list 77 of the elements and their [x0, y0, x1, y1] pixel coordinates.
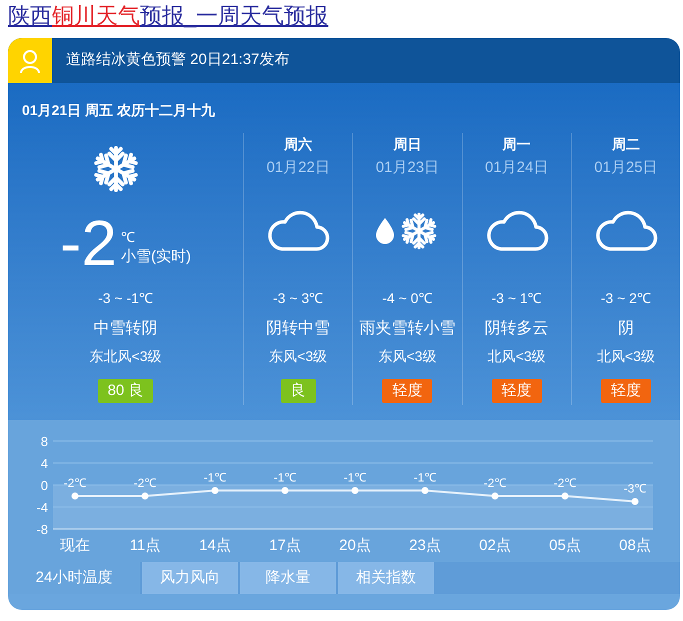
wind-info: 北风<3级	[596, 346, 655, 366]
data-label: -2℃	[554, 476, 576, 490]
chart-tab[interactable]: 降水量	[240, 562, 336, 594]
cloud-icon	[266, 210, 330, 252]
weather-description: 阴	[618, 319, 634, 339]
y-axis-label: 8	[40, 434, 48, 449]
drop-icon	[376, 218, 394, 244]
data-point	[422, 487, 428, 494]
temperature-unit: ℃	[120, 228, 136, 246]
cloud-icon	[484, 210, 549, 252]
data-point	[562, 492, 568, 500]
forecast-date: 01月24日	[484, 158, 548, 178]
forecast-date: 01月23日	[376, 158, 440, 178]
alert-text: 道路结冰黄色预警 20日21:37发布	[65, 50, 290, 70]
y-axis-label: -8	[36, 522, 48, 537]
data-label: -3℃	[624, 482, 646, 496]
weather-description: 阴转中雪	[266, 318, 330, 339]
cloud-icon	[594, 210, 658, 252]
data-point	[492, 492, 498, 500]
weather-description: 阴转多云	[484, 319, 549, 339]
today-date: 01月21日 周五 农历十二月十九	[22, 100, 215, 120]
weekday: 周六	[284, 134, 312, 154]
temperature-range: -4 ~ 0℃	[382, 288, 432, 308]
data-point	[632, 498, 638, 505]
weather-description: 中雪转阴	[94, 318, 158, 339]
current-temperature: -2	[60, 211, 117, 275]
data-label: -1℃	[204, 470, 226, 484]
x-axis-label: 14点	[199, 537, 231, 554]
wind-info: 东风<3级	[269, 346, 328, 366]
chart-tab[interactable]: 风力风向	[142, 562, 238, 594]
air-quality-badge: 轻度	[382, 379, 432, 403]
chart-tab[interactable]: 相关指数	[338, 562, 434, 594]
x-axis-label: 11点	[130, 537, 160, 554]
wind-info: 北风<3级	[488, 346, 546, 366]
x-axis-label: 17点	[269, 537, 301, 554]
x-axis-label: 05点	[549, 537, 581, 554]
weekday: 周一	[502, 134, 531, 154]
y-axis-label: -4	[36, 500, 48, 515]
data-label: -2℃	[64, 476, 86, 490]
chart-tab[interactable]: 24小时温度	[8, 562, 140, 594]
data-point	[72, 492, 78, 500]
x-axis-label: 20点	[339, 537, 371, 554]
data-label: -2℃	[134, 476, 156, 490]
weekday: 周日	[393, 134, 422, 154]
data-point	[352, 487, 358, 494]
forecast-date: 01月25日	[594, 158, 658, 178]
snowflake-icon	[92, 145, 140, 193]
temperature-range: -3 ~ 1℃	[492, 288, 542, 308]
air-quality-badge: 80 良	[98, 379, 154, 403]
data-label: -1℃	[274, 470, 296, 484]
air-quality-badge: 轻度	[492, 379, 542, 403]
temperature-range: -3 ~ 3℃	[273, 288, 324, 308]
data-label: -2℃	[484, 476, 506, 490]
data-point	[282, 487, 288, 494]
forecast-date: 01月22日	[266, 158, 330, 178]
page-title-link[interactable]: 陕西铜川天气预报_一周天气预报	[8, 3, 328, 28]
temperature-range: -3 ~ 2℃	[600, 288, 651, 308]
data-label: -1℃	[344, 470, 366, 484]
person-warning-icon	[8, 38, 52, 83]
wind-info: 东风<3级	[378, 346, 436, 366]
air-quality-badge: 良	[280, 379, 316, 403]
x-axis-label: 现在	[60, 537, 90, 554]
wind-info: 东北风<3级	[90, 346, 162, 366]
y-axis-label: 4	[40, 456, 48, 471]
current-condition: 小雪(实时)	[120, 247, 191, 267]
air-quality-badge: 轻度	[600, 379, 651, 403]
data-point	[212, 487, 218, 494]
weather-description: 雨夹雪转小雪	[359, 318, 456, 339]
x-axis-label: 23点	[409, 537, 441, 554]
weekday: 周二	[612, 134, 640, 154]
y-axis-label: 0	[40, 478, 48, 493]
x-axis-label: 02点	[479, 537, 511, 554]
snowflake-icon	[400, 212, 438, 250]
x-axis-label: 08点	[619, 537, 651, 554]
temperature-range: -3 ~ -1℃	[98, 288, 153, 308]
data-point	[142, 492, 148, 500]
data-label: -1℃	[414, 470, 436, 484]
